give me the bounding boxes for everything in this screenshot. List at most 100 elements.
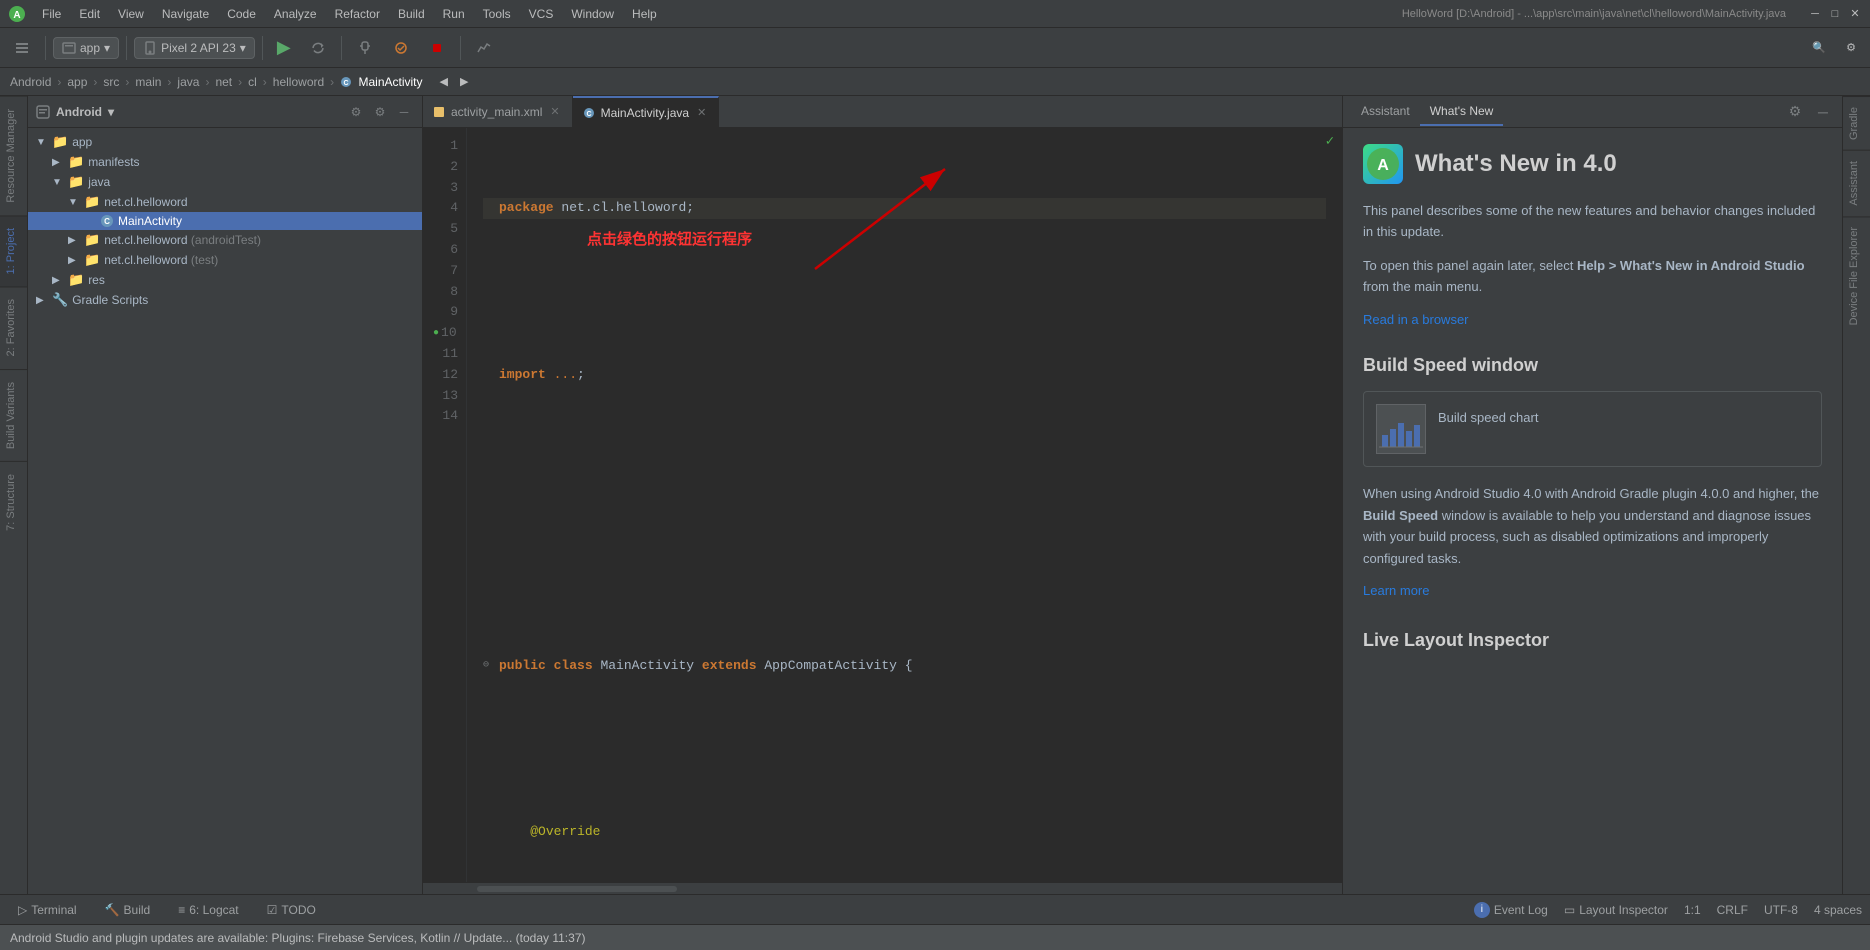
tab-project[interactable]: 1: Project	[0, 215, 27, 286]
tab-resource-manager[interactable]: Resource Manager	[0, 96, 27, 215]
device-dropdown[interactable]: Pixel 2 API 23 ▾	[134, 37, 255, 59]
build-speed-description: When using Android Studio 4.0 with Andro…	[1363, 483, 1822, 569]
check-mark: ✓	[1326, 131, 1334, 153]
horizontal-scrollbar[interactable]	[423, 882, 1342, 894]
line-ending: CRLF	[1717, 903, 1748, 917]
toolbar-sep-4	[341, 36, 342, 60]
title-bar: HelloWord [D:\Android] - ...\app\src\mai…	[1402, 7, 1862, 21]
maximize-button[interactable]: □	[1828, 7, 1842, 21]
tab-assistant[interactable]: Assistant	[1351, 98, 1420, 126]
menu-run[interactable]: Run	[435, 5, 473, 23]
layout-inspector-btn[interactable]: ▭ Layout Inspector	[1564, 903, 1668, 917]
menu-build[interactable]: Build	[390, 5, 433, 23]
device-file-explorer-tab[interactable]: Device File Explorer	[1843, 216, 1870, 335]
menu-vcs[interactable]: VCS	[521, 5, 562, 23]
toolbar-sep-1	[45, 36, 46, 60]
editor-content[interactable]: 1 2 3 4 5 6 7 8 9 ●10 11 12 13 14	[423, 128, 1342, 882]
editor-tabs: activity_main.xml ✕ C MainActivity.java …	[423, 96, 1342, 128]
tree-item-res[interactable]: ▶ 📁 res	[28, 270, 422, 290]
tree-item-net-cl-helloword[interactable]: ▼ 📁 net.cl.helloword	[28, 192, 422, 212]
right-panel-content: A What's New in 4.0 This panel describes…	[1343, 128, 1842, 894]
tab-build-variants[interactable]: Build Variants	[0, 369, 27, 461]
menu-help[interactable]: Help	[624, 5, 665, 23]
event-log-btn[interactable]: i Event Log	[1474, 902, 1548, 918]
build-tab[interactable]: 🔨 Build	[95, 900, 161, 920]
sync-btn[interactable]	[302, 37, 334, 59]
profile-btn[interactable]	[468, 37, 500, 59]
logcat-icon: ≡	[178, 903, 185, 917]
window-controls: ─ □ ✕	[1808, 7, 1862, 21]
tree-item-mainactivity[interactable]: C MainActivity	[28, 212, 422, 230]
menu-refactor[interactable]: Refactor	[327, 5, 388, 23]
settings-icon[interactable]: ⚙	[1784, 101, 1806, 123]
run-button[interactable]: ▶	[270, 34, 298, 62]
tab-whats-new[interactable]: What's New	[1420, 98, 1504, 126]
attach-debugger-btn[interactable]	[385, 37, 417, 59]
menu-window[interactable]: Window	[563, 5, 622, 23]
tab-structure[interactable]: 7: Structure	[0, 461, 27, 543]
minimize-button[interactable]: ─	[1808, 7, 1822, 21]
todo-icon: ☑	[267, 903, 278, 917]
tab-favorites[interactable]: 2: Favorites	[0, 286, 27, 368]
logcat-tab[interactable]: ≡ 6: Logcat	[168, 900, 248, 920]
tree-item-java[interactable]: ▼ 📁 java	[28, 172, 422, 192]
svg-text:C: C	[344, 80, 349, 87]
gear-options-btn[interactable]: ⚙	[370, 102, 390, 122]
hide-panel-btn[interactable]: ─	[1812, 101, 1834, 123]
breadcrumb-cl[interactable]: cl	[248, 75, 257, 89]
breadcrumb-android[interactable]: Android	[10, 75, 51, 89]
breadcrumb-mainactivity[interactable]: C MainActivity	[340, 75, 422, 89]
minimize-panel-btn[interactable]: ─	[394, 102, 414, 122]
tree-item-manifests[interactable]: ▶ 📁 manifests	[28, 152, 422, 172]
gradle-tab[interactable]: Gradle	[1843, 96, 1870, 150]
menu-edit[interactable]: Edit	[71, 5, 108, 23]
tree-item-test[interactable]: ▶ 📁 net.cl.helloword (test)	[28, 250, 422, 270]
tab-activity-main-xml[interactable]: activity_main.xml ✕	[423, 96, 573, 127]
learn-more-link[interactable]: Learn more	[1363, 583, 1429, 598]
tree-item-android-test[interactable]: ▶ 📁 net.cl.helloword (androidTest)	[28, 230, 422, 250]
svg-text:C: C	[586, 111, 591, 118]
whats-new-title: What's New in 4.0	[1415, 145, 1617, 183]
breadcrumb-src[interactable]: src	[103, 75, 119, 89]
code-editor[interactable]: package net.cl.helloword; import ...; ⊖ …	[467, 128, 1342, 882]
project-panel: Android ▾ ⚙ ⚙ ─ ▼ 📁 app ▶ 📁 manifests	[28, 96, 423, 894]
nav-forward-btn[interactable]: ▶	[455, 74, 473, 89]
help-text: To open this panel again later, select H…	[1363, 255, 1822, 298]
menu-navigate[interactable]: Navigate	[154, 5, 217, 23]
toolbar-sep-5	[460, 36, 461, 60]
right-panel-actions: ⚙ ─	[1784, 101, 1834, 123]
close-tab-xml[interactable]: ✕	[548, 105, 561, 118]
menu-view[interactable]: View	[110, 5, 152, 23]
toolbar-btn-1[interactable]	[6, 37, 38, 59]
tree-item-app[interactable]: ▼ 📁 app	[28, 132, 422, 152]
todo-tab[interactable]: ☑ TODO	[257, 900, 326, 920]
close-button[interactable]: ✕	[1848, 7, 1862, 21]
menu-analyze[interactable]: Analyze	[266, 5, 325, 23]
read-in-browser-link[interactable]: Read in a browser	[1363, 312, 1469, 327]
layout-icon: ▭	[1564, 903, 1575, 917]
menu-tools[interactable]: Tools	[475, 5, 519, 23]
app-config-dropdown[interactable]: app ▾	[53, 37, 119, 59]
android-studio-logo: A	[1363, 144, 1403, 184]
settings-btn[interactable]: ⚙	[1838, 38, 1864, 57]
tab-mainactivity-java[interactable]: C MainActivity.java ✕	[573, 96, 720, 127]
breadcrumb-main[interactable]: main	[135, 75, 161, 89]
project-panel-title: Android ▾	[36, 105, 114, 119]
nav-back-btn[interactable]: ◀	[435, 74, 453, 89]
breadcrumb-java[interactable]: java	[177, 75, 199, 89]
debug-btn[interactable]	[349, 37, 381, 59]
terminal-tab[interactable]: ▷ Terminal	[8, 900, 87, 920]
search-everywhere-btn[interactable]: 🔍	[1804, 38, 1834, 57]
breadcrumb-net[interactable]: net	[215, 75, 232, 89]
tree-item-gradle-scripts[interactable]: ▶ 🔧 Gradle Scripts	[28, 290, 422, 310]
menu-file[interactable]: File	[34, 5, 69, 23]
breadcrumb-helloword[interactable]: helloword	[273, 75, 324, 89]
build-speed-chart-thumbnail	[1376, 404, 1426, 454]
stop-btn[interactable]	[421, 37, 453, 59]
menu-code[interactable]: Code	[219, 5, 264, 23]
notification-text: Android Studio and plugin updates are av…	[10, 931, 585, 945]
breadcrumb-app[interactable]: app	[67, 75, 87, 89]
assistant-side-tab[interactable]: Assistant	[1843, 150, 1870, 216]
close-tab-java[interactable]: ✕	[695, 106, 708, 119]
cog-btn[interactable]: ⚙	[346, 102, 366, 122]
